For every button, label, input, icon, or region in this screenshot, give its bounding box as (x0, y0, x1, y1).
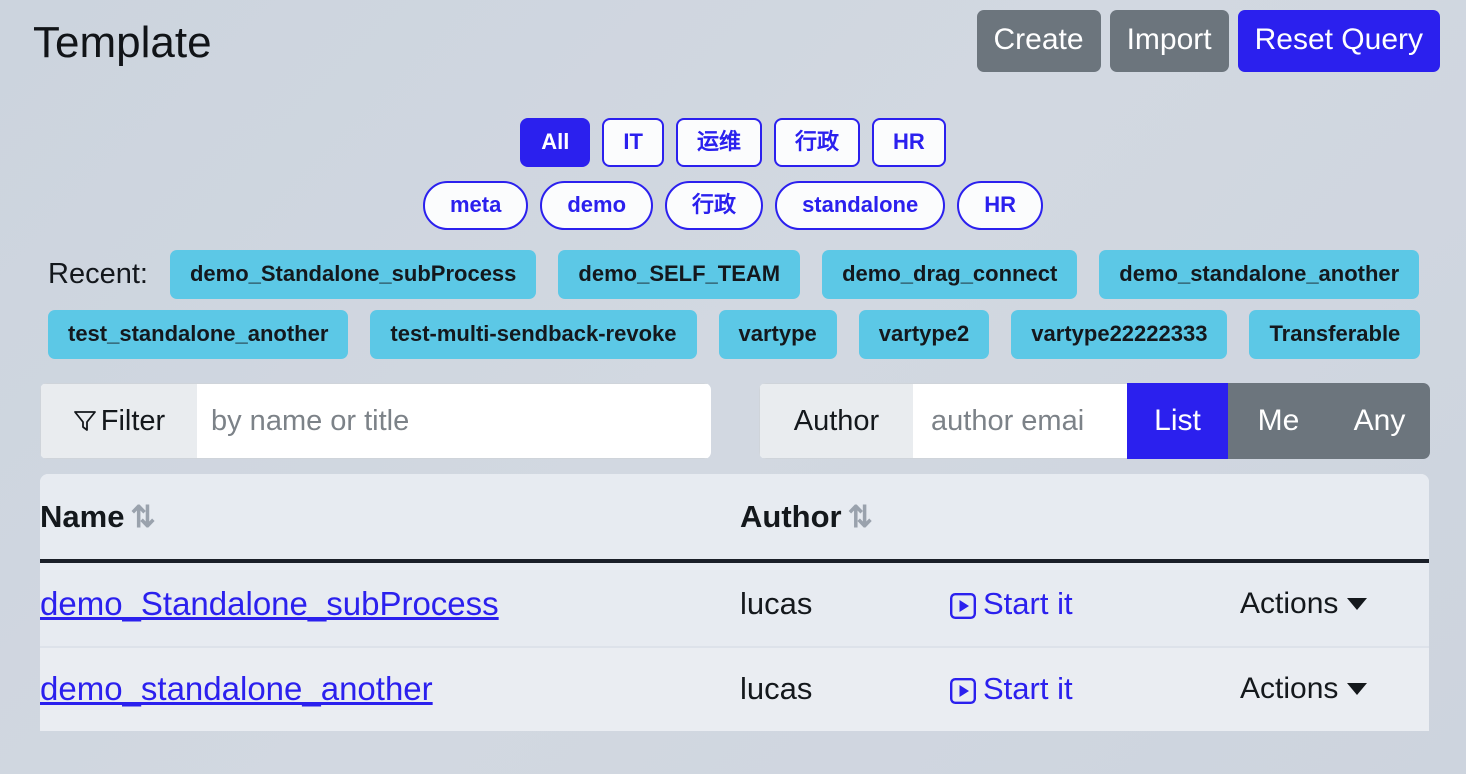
recent-label: Recent: (48, 258, 148, 290)
category-filter-it[interactable]: IT (602, 118, 664, 167)
recent-tag-item[interactable]: Transferable (1249, 310, 1421, 359)
author-filter-group: Author List Me Any (759, 383, 1430, 459)
cell-template-name: demo_Standalone_subProcess (40, 561, 740, 648)
table-header-row: Name ⇅ Author ⇅ (40, 474, 1429, 563)
import-button[interactable]: Import (1109, 10, 1229, 72)
start-it-label: Start it (983, 671, 1073, 706)
actions-dropdown[interactable]: Actions (1240, 587, 1368, 621)
category-filter-all[interactable]: All (520, 118, 591, 167)
sort-toggle-author-icon[interactable]: ⇅ (848, 501, 873, 534)
recent-tag-item[interactable]: vartype22222333 (1011, 310, 1228, 359)
cell-template-name: demo_standalone_another (40, 647, 740, 731)
template-name-link[interactable]: demo_Standalone_subProcess (40, 585, 499, 622)
category-filter-hr[interactable]: HR (871, 118, 946, 167)
search-input[interactable] (197, 383, 711, 459)
tag-filter-xingzheng[interactable]: 行政 (665, 181, 764, 230)
template-table: Name ⇅ Author ⇅ demo_Standalone_subProcess… (40, 474, 1429, 731)
recent-tag-item[interactable]: vartype (718, 310, 837, 359)
create-button[interactable]: Create (976, 10, 1101, 72)
tag-filter-demo[interactable]: demo (540, 181, 654, 230)
category-filter-yunwei[interactable]: 运维 (675, 118, 762, 167)
actions-dropdown[interactable]: Actions (1240, 672, 1368, 706)
filter-addon: Filter (40, 383, 197, 459)
page-title: Template (33, 18, 212, 67)
actions-dropdown-label: Actions (1240, 672, 1339, 705)
recent-tag-item[interactable]: vartype2 (858, 310, 990, 359)
name-filter-group: Filter (40, 383, 711, 459)
category-filter-row-primary: All IT 运维 行政 HR (0, 118, 1466, 167)
start-it-button[interactable]: Start it (950, 671, 1240, 707)
category-filter-xingzheng[interactable]: 行政 (773, 118, 860, 167)
author-email-input[interactable] (913, 383, 1127, 459)
recent-tag-item[interactable]: test_standalone_another (48, 310, 349, 359)
table-row: demo_Standalone_subProcess lucas Start i… (40, 561, 1429, 648)
funnel-icon (73, 408, 97, 434)
author-scope-list-button[interactable]: List (1127, 383, 1228, 459)
tag-filter-standalone[interactable]: standalone (775, 181, 946, 230)
filter-bar: Filter Author List Me Any (0, 383, 1466, 459)
recent-tag-item[interactable]: demo_SELF_TEAM (558, 250, 801, 299)
page-header: Template Create Import Reset Query (0, 0, 1466, 96)
recent-tag-item[interactable]: demo_Standalone_subProcess (169, 250, 537, 299)
template-name-link[interactable]: demo_standalone_another (40, 670, 433, 707)
header-action-buttons: Create Import Reset Query (976, 10, 1440, 72)
column-header-author-label: Author (740, 499, 842, 534)
author-addon: Author (759, 383, 913, 459)
start-it-label: Start it (983, 586, 1073, 621)
recent-section: Recent: demo_Standalone_subProcess demo_… (0, 250, 1466, 359)
recent-tag-item[interactable]: test-multi-sendback-revoke (370, 310, 697, 359)
tag-filter-hr[interactable]: HR (957, 181, 1043, 230)
tag-filter-meta[interactable]: meta (423, 181, 529, 230)
reset-query-button[interactable]: Reset Query (1237, 10, 1440, 72)
table-row: demo_standalone_another lucas Start it A… (40, 647, 1429, 731)
column-header-author: Author ⇅ (740, 474, 1429, 563)
author-name: lucas (740, 671, 813, 706)
recent-tag-item[interactable]: demo_drag_connect (822, 250, 1078, 299)
chevron-down-icon (1347, 598, 1368, 610)
chevron-down-icon (1347, 683, 1368, 695)
category-filter-row-secondary: meta demo 行政 standalone HR (0, 181, 1466, 230)
start-it-button[interactable]: Start it (950, 586, 1240, 622)
cell-author-actions: lucas Start it Actions (740, 647, 1429, 731)
author-scope-me-button[interactable]: Me (1228, 383, 1329, 459)
actions-dropdown-label: Actions (1240, 587, 1339, 620)
cell-author-actions: lucas Start it Actions (740, 561, 1429, 648)
column-header-name-label: Name (40, 499, 125, 534)
author-name: lucas (740, 586, 813, 621)
author-scope-any-button[interactable]: Any (1329, 383, 1430, 459)
play-icon (950, 676, 977, 705)
filter-addon-label: Filter (100, 404, 166, 437)
sort-toggle-name-icon[interactable]: ⇅ (130, 501, 155, 534)
column-header-name: Name ⇅ (40, 474, 740, 563)
recent-tag-item[interactable]: demo_standalone_another (1099, 250, 1420, 299)
recent-tag-list: Recent: demo_Standalone_subProcess demo_… (48, 250, 1446, 359)
play-icon (950, 591, 977, 620)
